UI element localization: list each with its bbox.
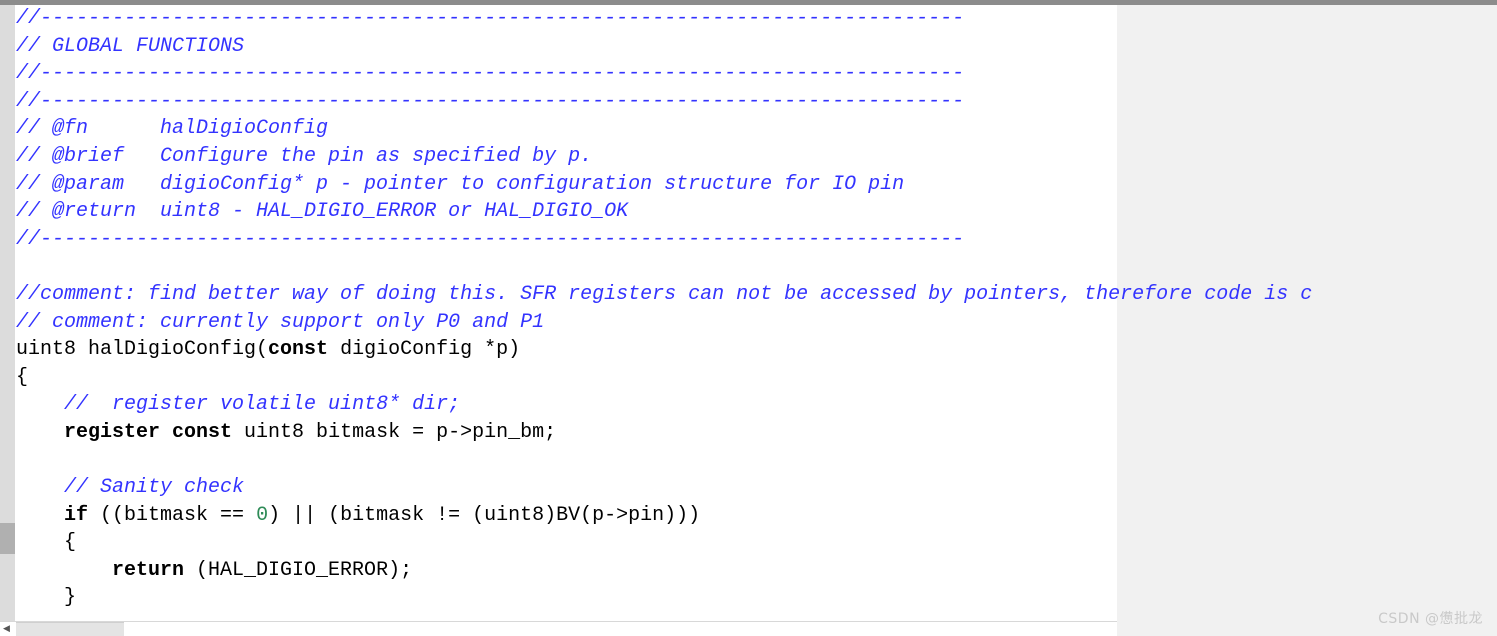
code-token-text: ((bitmask == bbox=[88, 503, 257, 527]
code-token-comment: // @brief Configure the pin as specified… bbox=[16, 144, 593, 168]
horizontal-scrollbar-thumb[interactable] bbox=[16, 622, 124, 636]
code-line[interactable] bbox=[16, 447, 1497, 475]
code-line[interactable]: //--------------------------------------… bbox=[16, 60, 1497, 88]
code-token-comment: //--------------------------------------… bbox=[16, 7, 965, 30]
code-token-comment: //comment: find better way of doing this… bbox=[16, 282, 1313, 306]
code-token-comment: //--------------------------------------… bbox=[16, 89, 965, 113]
code-line[interactable]: return (HAL_DIGIO_ERROR); bbox=[16, 557, 1497, 585]
code-token-keyword: register const bbox=[64, 420, 233, 444]
code-line[interactable]: // register volatile uint8* dir; bbox=[16, 391, 1497, 419]
code-token-comment: // @param digioConfig* p - pointer to co… bbox=[16, 172, 905, 196]
code-line[interactable]: uint8 halDigioConfig(const digioConfig *… bbox=[16, 336, 1497, 364]
code-line[interactable]: //--------------------------------------… bbox=[16, 88, 1497, 116]
horizontal-scrollbar[interactable]: ◀ bbox=[0, 621, 1117, 636]
code-token-text: } bbox=[16, 586, 77, 610]
code-token-number: 0 bbox=[256, 503, 269, 527]
code-token-comment: // @fn halDigioConfig bbox=[16, 117, 329, 141]
code-line[interactable]: // @param digioConfig* p - pointer to co… bbox=[16, 171, 1497, 199]
scroll-left-arrow-icon[interactable]: ◀ bbox=[1, 624, 12, 635]
code-content[interactable]: //--------------------------------------… bbox=[16, 5, 1497, 636]
code-line[interactable]: // Sanity check bbox=[16, 474, 1497, 502]
code-token-comment: // @return uint8 - HAL_DIGIO_ERROR or HA… bbox=[16, 200, 629, 224]
code-token-comment: //--------------------------------------… bbox=[16, 62, 965, 86]
code-token-comment: // GLOBAL FUNCTIONS bbox=[16, 34, 245, 58]
code-token-text: ) || (bitmask != (uint8)BV(p->pin))) bbox=[268, 503, 701, 527]
code-line[interactable]: // @brief Configure the pin as specified… bbox=[16, 143, 1497, 171]
code-line[interactable]: //--------------------------------------… bbox=[16, 226, 1497, 254]
code-token-text: uint8 bitmask = p->pin_bm; bbox=[232, 420, 557, 444]
code-token-comment: // Sanity check bbox=[64, 476, 245, 500]
code-token-comment: //--------------------------------------… bbox=[16, 227, 965, 251]
code-line[interactable]: // comment: currently support only P0 an… bbox=[16, 309, 1497, 337]
code-token-text: digioConfig *p) bbox=[328, 338, 521, 362]
code-line[interactable] bbox=[16, 253, 1497, 281]
code-token-comment: // comment: currently support only P0 an… bbox=[16, 310, 545, 334]
vertical-scrollbar-thumb[interactable] bbox=[0, 523, 15, 554]
code-line[interactable]: register const uint8 bitmask = p->pin_bm… bbox=[16, 419, 1497, 447]
code-line[interactable]: //comment: find better way of doing this… bbox=[16, 281, 1497, 309]
code-token-text: { bbox=[16, 365, 29, 389]
csdn-watermark: CSDN @憊批龙 bbox=[1378, 611, 1483, 627]
code-line[interactable]: // @fn halDigioConfig bbox=[16, 115, 1497, 143]
code-token-text: uint8 halDigioConfig( bbox=[16, 338, 269, 362]
code-token-comment: // register volatile uint8* dir; bbox=[64, 393, 461, 417]
code-token-keyword: if bbox=[64, 503, 89, 527]
vertical-scrollbar[interactable] bbox=[0, 5, 15, 622]
code-token-keyword: return bbox=[112, 558, 185, 582]
code-token-keyword: const bbox=[268, 338, 329, 362]
code-line[interactable]: //--------------------------------------… bbox=[16, 5, 1497, 33]
code-line[interactable]: if ((bitmask == 0) || (bitmask != (uint8… bbox=[16, 502, 1497, 530]
code-line[interactable]: } bbox=[16, 584, 1497, 612]
code-line[interactable]: // GLOBAL FUNCTIONS bbox=[16, 33, 1497, 61]
code-token-text: (HAL_DIGIO_ERROR); bbox=[184, 558, 413, 582]
code-line[interactable]: { bbox=[16, 364, 1497, 392]
code-line[interactable]: // @return uint8 - HAL_DIGIO_ERROR or HA… bbox=[16, 198, 1497, 226]
code-token-text: { bbox=[16, 531, 77, 555]
code-line[interactable]: { bbox=[16, 529, 1497, 557]
screenshot-root: //--------------------------------------… bbox=[0, 0, 1497, 636]
